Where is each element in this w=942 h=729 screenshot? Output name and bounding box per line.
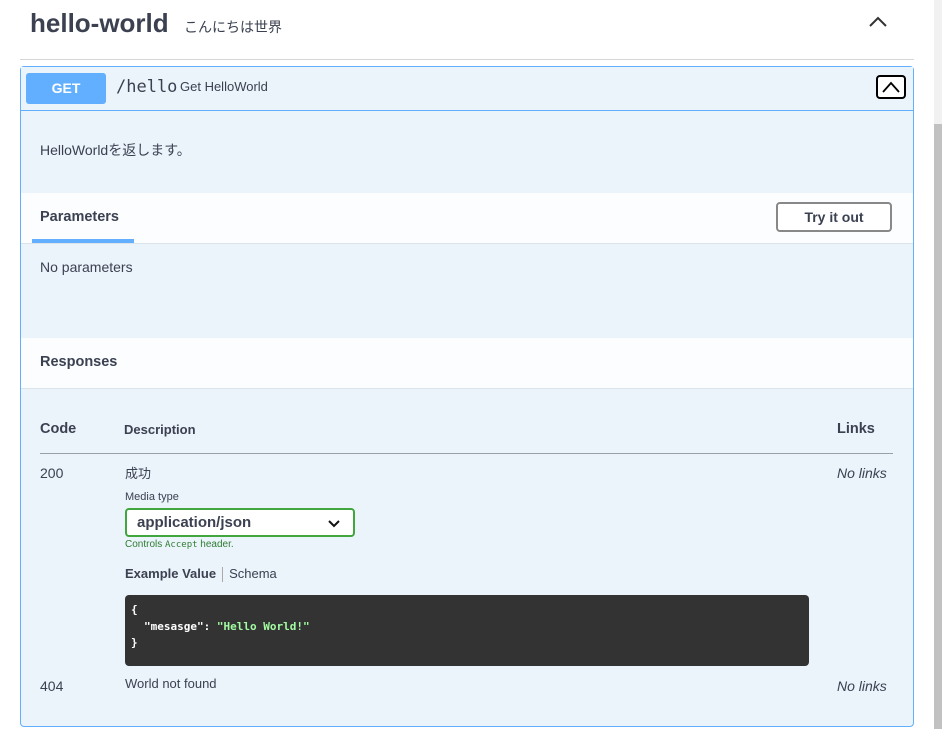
no-parameters-text: No parameters	[40, 259, 133, 275]
tag-description: こんにちは世界	[184, 19, 282, 35]
tab-example-value[interactable]: Example Value	[125, 566, 216, 581]
tab-schema[interactable]: Schema	[229, 566, 277, 581]
code-open-brace: {	[131, 603, 138, 616]
tag-header[interactable]: hello-world こんにちは世界	[20, 0, 914, 60]
scrollbar-thumb[interactable]	[934, 124, 942, 729]
media-type-select[interactable]: application/json	[125, 508, 355, 537]
column-header-description: Description	[124, 422, 196, 437]
code-value: "Hello World!"	[216, 620, 310, 633]
scrollbar[interactable]	[934, 0, 942, 729]
controls-note-prefix: Controls	[125, 539, 166, 550]
response-description: World not found	[125, 676, 217, 691]
responses-header: Responses	[21, 338, 913, 389]
response-description: 成功	[125, 466, 152, 481]
responses-title: Responses	[40, 354, 118, 370]
collapse-button[interactable]	[876, 75, 906, 99]
operation-summary[interactable]: GET /hello Get HelloWorld	[21, 67, 913, 111]
response-links: No links	[837, 678, 887, 694]
example-code-block: { "mesasge": "Hello World!" }	[125, 595, 809, 666]
response-code: 404	[40, 678, 64, 694]
operation-description: HelloWorldを返します。	[40, 142, 191, 158]
parameters-header: Parameters Try it out	[21, 193, 913, 244]
code-colon: :	[203, 620, 217, 633]
code-line-message: "mesasge": "Hello World!"	[144, 620, 310, 633]
chevron-up-icon	[882, 81, 900, 93]
tag-title: hello-world	[30, 8, 169, 38]
code-key: "mesasge"	[144, 620, 204, 633]
response-links: No links	[837, 465, 887, 481]
operation-block: GET /hello Get HelloWorld HelloWorldを返しま…	[20, 66, 914, 727]
column-header-code: Code	[40, 421, 77, 437]
chevron-down-icon	[328, 520, 340, 528]
tab-parameters[interactable]: Parameters	[40, 209, 119, 225]
code-close-brace: }	[131, 636, 138, 649]
media-type-label: Media type	[125, 491, 179, 503]
controls-note-header: Accept	[165, 540, 198, 550]
tab-divider	[222, 567, 224, 583]
column-header-links: Links	[837, 421, 875, 437]
example-tabs: Example Value Schema	[125, 566, 277, 583]
try-it-out-button[interactable]: Try it out	[776, 202, 892, 232]
active-tab-indicator	[32, 239, 134, 243]
operation-path: /hello	[116, 77, 178, 97]
method-badge: GET	[26, 73, 106, 104]
response-code: 200	[40, 465, 64, 481]
controls-note-suffix: header.	[197, 539, 234, 550]
responses-table-header: Code Description Links	[40, 419, 893, 454]
controls-accept-note: Controls Accept header.	[125, 539, 234, 550]
chevron-up-icon[interactable]	[866, 10, 890, 34]
media-type-value: application/json	[137, 514, 252, 531]
operation-summary-text: Get HelloWorld	[180, 79, 268, 94]
